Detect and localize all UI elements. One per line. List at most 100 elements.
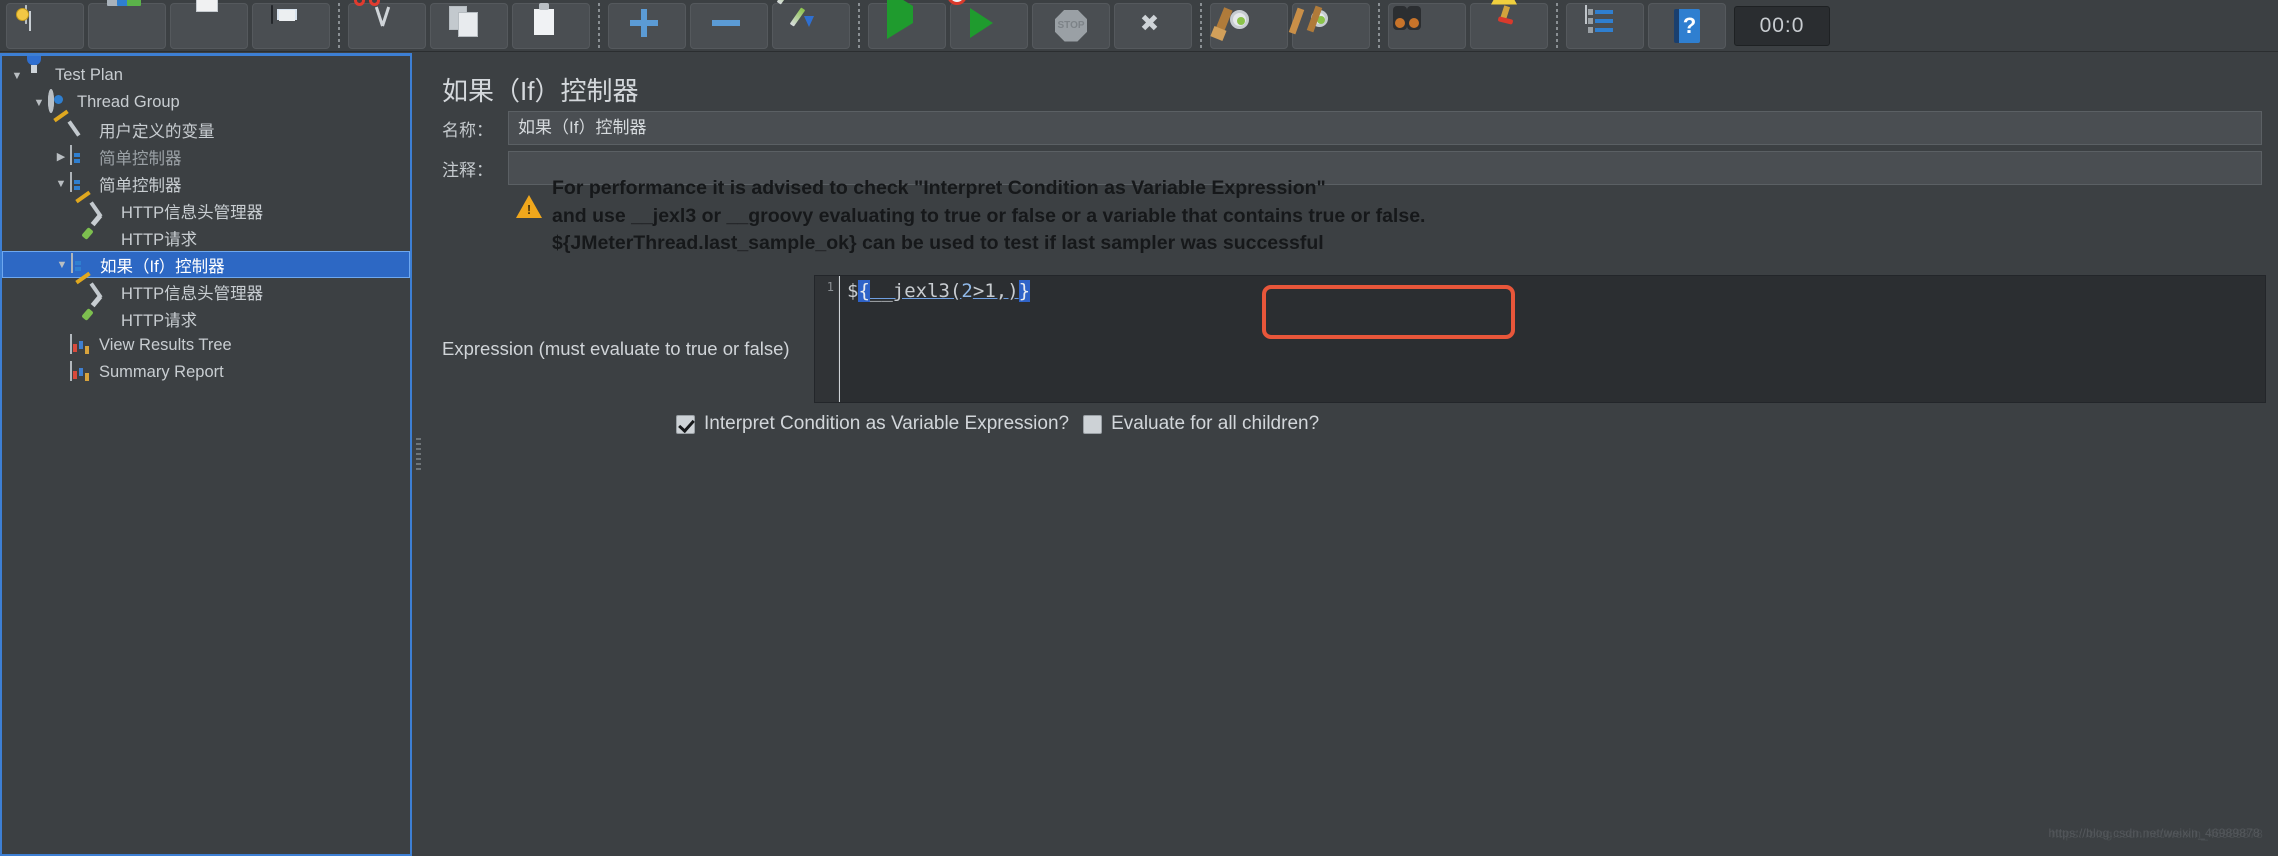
tree-node-label: 简单控制器 <box>99 176 182 195</box>
yellow-broom-icon <box>1489 0 1529 46</box>
start-no-pauses-button[interactable] <box>950 2 1028 49</box>
binoculars-icon <box>1393 5 1447 46</box>
cut-button[interactable] <box>348 0 426 49</box>
chevron-down-icon[interactable]: ▼ <box>52 178 70 190</box>
start-button[interactable] <box>868 0 946 49</box>
clear-button[interactable] <box>1210 2 1288 49</box>
tree-node-7[interactable]: ▼ 如果（If）控制器 <box>2 251 410 278</box>
shutdown-button[interactable] <box>1114 2 1192 49</box>
tree-node-10[interactable]: ▶View Results Tree <box>2 332 410 359</box>
warning-line-2: and use __jexl3 or __groovy evaluating t… <box>552 204 1426 227</box>
tree-node-label: Thread Group <box>77 93 180 111</box>
paste-button[interactable] <box>512 2 590 49</box>
tree-node-5[interactable]: ▶HTTP信息头管理器 <box>2 190 410 224</box>
tree-node-label: Summary Report <box>99 363 224 381</box>
evaluate-all-children-label: Evaluate for all children? <box>1111 413 1320 434</box>
pen-icon <box>81 294 116 330</box>
controller-icon <box>70 144 94 168</box>
tree-node-label: View Results Tree <box>99 336 232 354</box>
reset-search-button[interactable] <box>1470 0 1548 49</box>
controller-icon <box>71 252 95 276</box>
plus-icon <box>627 6 667 46</box>
toolbar-separator <box>858 2 860 49</box>
tree-node-label: 用户定义的变量 <box>99 122 215 141</box>
new-file-icon <box>25 4 65 46</box>
interpret-condition-label: Interpret Condition as Variable Expressi… <box>704 413 1070 434</box>
checkbox-checked-icon[interactable] <box>676 414 695 434</box>
templates-button[interactable] <box>88 0 166 49</box>
toggle-button[interactable] <box>772 0 850 49</box>
copy-button[interactable] <box>430 2 508 49</box>
name-field-row: 名称： 如果（If）控制器 <box>442 111 2262 145</box>
warning-triangle-icon <box>516 195 542 219</box>
tree-node-label: HTTP请求 <box>121 230 198 249</box>
tree-node-label: 简单控制器 <box>99 149 182 168</box>
tree-node-label: Test Plan <box>55 66 123 84</box>
log-list-icon <box>1585 4 1625 46</box>
evaluate-all-children-checkbox[interactable]: Evaluate for all children? <box>1083 413 1319 435</box>
tree-node-label: HTTP请求 <box>121 311 198 330</box>
expr-open-brace: { <box>858 280 870 302</box>
test-plan-tree[interactable]: ▼ Test Plan ▼ Thread Group▶用户定义的变量 ▶ 简单控制器 ▼ 简单… <box>2 56 410 386</box>
comment-label: 注释： <box>442 160 493 180</box>
watermark-line-b: https://blog.csdn.net/weixin_46989878 <box>2051 827 2263 841</box>
clear-all-button[interactable] <box>1288 2 1370 49</box>
editor-caret-line <box>839 276 840 402</box>
interpret-condition-checkbox[interactable]: Interpret Condition as Variable Expressi… <box>676 413 1069 435</box>
expand-all-button[interactable] <box>608 2 686 49</box>
play-no-pauses-icon <box>969 6 1009 46</box>
toggle-icon <box>776 0 831 46</box>
tree-node-4[interactable]: ▼ 简单控制器 <box>2 170 410 197</box>
expr-tail: >1,) <box>972 280 1019 302</box>
elapsed-timer: 00:0 <box>1734 5 1830 46</box>
tree-node-2[interactable]: ▶用户定义的变量 <box>2 109 410 143</box>
gear-icon <box>48 88 72 114</box>
chart-icon <box>70 360 94 384</box>
chevron-down-icon[interactable]: ▼ <box>30 97 48 109</box>
toolbar-separator <box>1378 2 1380 49</box>
splitter-grip-dots <box>416 437 421 472</box>
tree-node-label: 如果（If）控制器 <box>100 257 225 276</box>
checkbox-unchecked-icon[interactable] <box>1083 414 1103 434</box>
warning-line-1: For performance it is advised to check "… <box>552 177 1326 199</box>
save-floppy-icon <box>271 4 311 46</box>
shutdown-x-icon <box>1133 6 1173 46</box>
templates-icon <box>107 0 147 46</box>
toolbar-separator <box>338 2 340 49</box>
expr-dollar: $ <box>847 280 859 302</box>
gear-broom-icon <box>1214 6 1269 46</box>
function-helper-button[interactable] <box>1566 2 1644 49</box>
minus-icon <box>709 6 749 46</box>
tree-node-0[interactable]: ▼ Test Plan <box>2 62 410 89</box>
tree-node-3[interactable]: ▶ 简单控制器 <box>2 143 410 170</box>
chevron-right-icon[interactable]: ▶ <box>52 150 70 163</box>
warning-line-3: ${JMeterThread.last_sample_ok} can be us… <box>552 232 1324 255</box>
editor-line-numbers: 1 <box>815 276 839 402</box>
save-button[interactable] <box>252 2 330 49</box>
play-green-icon <box>887 0 927 46</box>
expr-number: 2 <box>961 280 973 302</box>
collapse-all-button[interactable] <box>690 2 768 49</box>
tree-node-label: HTTP信息头管理器 <box>121 284 264 303</box>
toolbar-separator <box>598 2 600 49</box>
editor-text-area[interactable]: ${__jexl3(2>1,)} <box>839 276 2265 402</box>
open-button[interactable] <box>170 2 248 49</box>
stop-button[interactable]: STOP <box>1032 2 1110 49</box>
chevron-down-icon[interactable]: ▼ <box>8 70 26 82</box>
tree-node-8[interactable]: ▶HTTP信息头管理器 <box>2 271 410 305</box>
tree-node-label: HTTP信息头管理器 <box>121 203 264 222</box>
new-test-plan-button[interactable] <box>6 2 84 49</box>
gear-broom-double-icon <box>1288 5 1351 46</box>
tree-node-6[interactable]: ▶HTTP请求 <box>2 213 410 251</box>
performance-warning: For performance it is advised to check "… <box>516 175 2268 258</box>
search-button[interactable] <box>1388 2 1466 49</box>
chevron-down-icon[interactable]: ▼ <box>53 259 71 271</box>
name-input[interactable]: 如果（If）控制器 <box>508 111 2262 145</box>
test-plan-tree-panel[interactable]: ▼ Test Plan ▼ Thread Group▶用户定义的变量 ▶ 简单控制器 ▼ 简单… <box>0 53 412 856</box>
flask-icon <box>26 65 50 87</box>
help-button[interactable]: ? <box>1648 2 1726 49</box>
tree-node-11[interactable]: ▶Summary Report <box>2 359 410 386</box>
tree-node-9[interactable]: ▶HTTP请求 <box>2 294 410 332</box>
expression-editor[interactable]: 1 ${__jexl3(2>1,)} <box>814 275 2266 403</box>
panel-splitter[interactable] <box>412 53 426 856</box>
